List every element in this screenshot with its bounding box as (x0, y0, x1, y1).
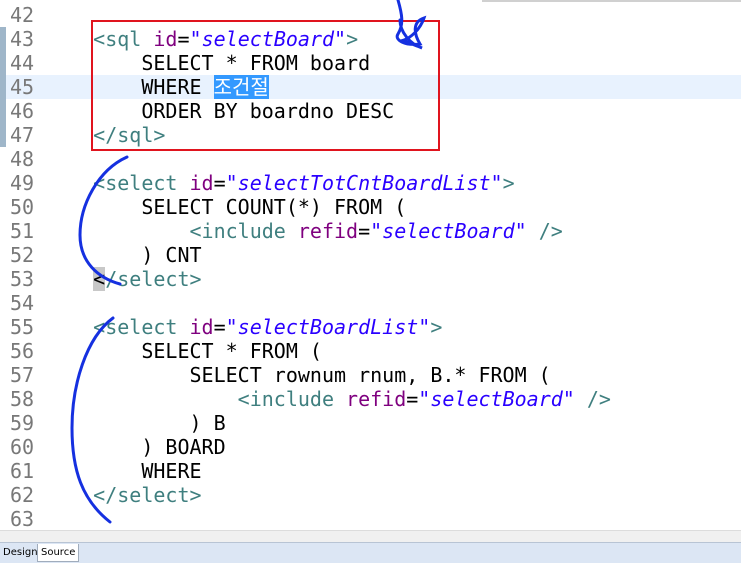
code-line[interactable]: 56 SELECT * FROM ( (0, 339, 741, 363)
code-text: </select> (45, 267, 202, 291)
code-line[interactable]: 62 </select> (0, 483, 741, 507)
code-token: WHERE (45, 459, 202, 483)
code-token: > (502, 171, 515, 195)
line-number: 55 (10, 315, 35, 339)
code-token: = (358, 219, 371, 243)
code-token: = (406, 387, 419, 411)
tab-design[interactable]: Design (0, 544, 41, 561)
code-token: = (213, 315, 226, 339)
code-token: <select (93, 315, 190, 339)
code-token: <include (189, 219, 298, 243)
tab-source[interactable]: Source (37, 544, 80, 562)
code-token: ) BOARD (45, 435, 226, 459)
change-marker (0, 51, 6, 75)
code-text: SELECT rownum rnum, B.* FROM ( (45, 363, 551, 387)
code-token: < (93, 267, 106, 291)
code-line[interactable]: 49 <select id="selectTotCntBoardList"> (0, 171, 741, 195)
code-line[interactable]: 63 (0, 507, 741, 530)
code-text: SELECT * FROM ( (45, 339, 322, 363)
line-number: 62 (10, 483, 35, 507)
code-token: refid (346, 387, 407, 411)
line-number: 50 (10, 195, 35, 219)
line-number: 48 (10, 147, 35, 171)
code-token: /> (574, 387, 611, 411)
code-token: <select (93, 171, 190, 195)
code-text: ) BOARD (45, 435, 226, 459)
change-marker (0, 99, 6, 123)
code-token: </select> (93, 483, 202, 507)
code-token: /select> (105, 267, 202, 291)
line-number: 51 (10, 219, 35, 243)
code-token: SELECT rownum rnum, B.* FROM ( (45, 363, 551, 387)
code-token: = (213, 171, 226, 195)
line-number: 49 (10, 171, 35, 195)
code-line[interactable]: 50 SELECT COUNT(*) FROM ( (0, 195, 741, 219)
code-token: "selectBoard" (370, 219, 527, 243)
line-number: 57 (10, 363, 35, 387)
line-number: 58 (10, 387, 35, 411)
code-line[interactable]: 54 (0, 291, 741, 315)
code-token: refid (297, 219, 359, 243)
code-token: SELECT * FROM ( (45, 339, 322, 363)
code-text: SELECT COUNT(*) FROM ( (45, 195, 406, 219)
code-token: id (189, 171, 214, 195)
code-text: </select> (45, 483, 202, 507)
code-text: <include refid="selectBoard" /> (45, 387, 611, 411)
change-marker (0, 75, 6, 99)
code-token: /> (526, 219, 563, 243)
line-number: 53 (10, 267, 35, 291)
editor-top-border (482, 0, 741, 2)
code-text: <select id="selectBoardList"> (45, 315, 442, 339)
line-number: 54 (10, 291, 35, 315)
code-token: <include (237, 387, 347, 411)
code-text: <select id="selectTotCntBoardList"> (45, 171, 515, 195)
change-marker (0, 27, 6, 51)
code-token: > (430, 315, 443, 339)
line-number: 42 (10, 3, 35, 27)
line-number: 60 (10, 435, 35, 459)
code-line[interactable]: 55 <select id="selectBoardList"> (0, 315, 741, 339)
line-number: 52 (10, 243, 35, 267)
line-number: 63 (10, 507, 35, 530)
code-line[interactable]: 57 SELECT rownum rnum, B.* FROM ( (0, 363, 741, 387)
code-token: SELECT COUNT(*) FROM ( (45, 195, 407, 219)
line-number: 43 (10, 27, 35, 51)
line-number: 47 (10, 123, 35, 147)
editor-tab-bar: Design Source (0, 542, 741, 563)
change-marker (0, 123, 6, 147)
code-line[interactable]: 59 ) B (0, 411, 741, 435)
code-line[interactable]: 58 <include refid="selectBoard" /> (0, 387, 741, 411)
code-line[interactable]: 61 WHERE (0, 459, 741, 483)
code-token: "selectBoard" (418, 387, 575, 411)
code-token: "selectBoardList" (225, 315, 431, 339)
code-token: ) CNT (45, 243, 202, 267)
line-number: 61 (10, 459, 35, 483)
code-text: ) B (45, 411, 226, 435)
line-number: 56 (10, 339, 35, 363)
code-token: "selectTotCntBoardList" (225, 171, 503, 195)
line-number: 45 (10, 75, 35, 99)
line-number: 59 (10, 411, 35, 435)
code-text: ) CNT (45, 243, 202, 267)
code-token: ) B (45, 411, 226, 435)
line-number: 46 (10, 99, 35, 123)
highlight-box-annotation (91, 20, 440, 151)
code-text: WHERE (45, 459, 202, 483)
code-text: <include refid="selectBoard" /> (45, 219, 563, 243)
code-token: id (189, 315, 214, 339)
code-line[interactable]: 51 <include refid="selectBoard" /> (0, 219, 741, 243)
code-line[interactable]: 60 ) BOARD (0, 435, 741, 459)
code-line[interactable]: 53 </select> (0, 267, 741, 291)
line-number: 44 (10, 51, 35, 75)
code-line[interactable]: 52 ) CNT (0, 243, 741, 267)
